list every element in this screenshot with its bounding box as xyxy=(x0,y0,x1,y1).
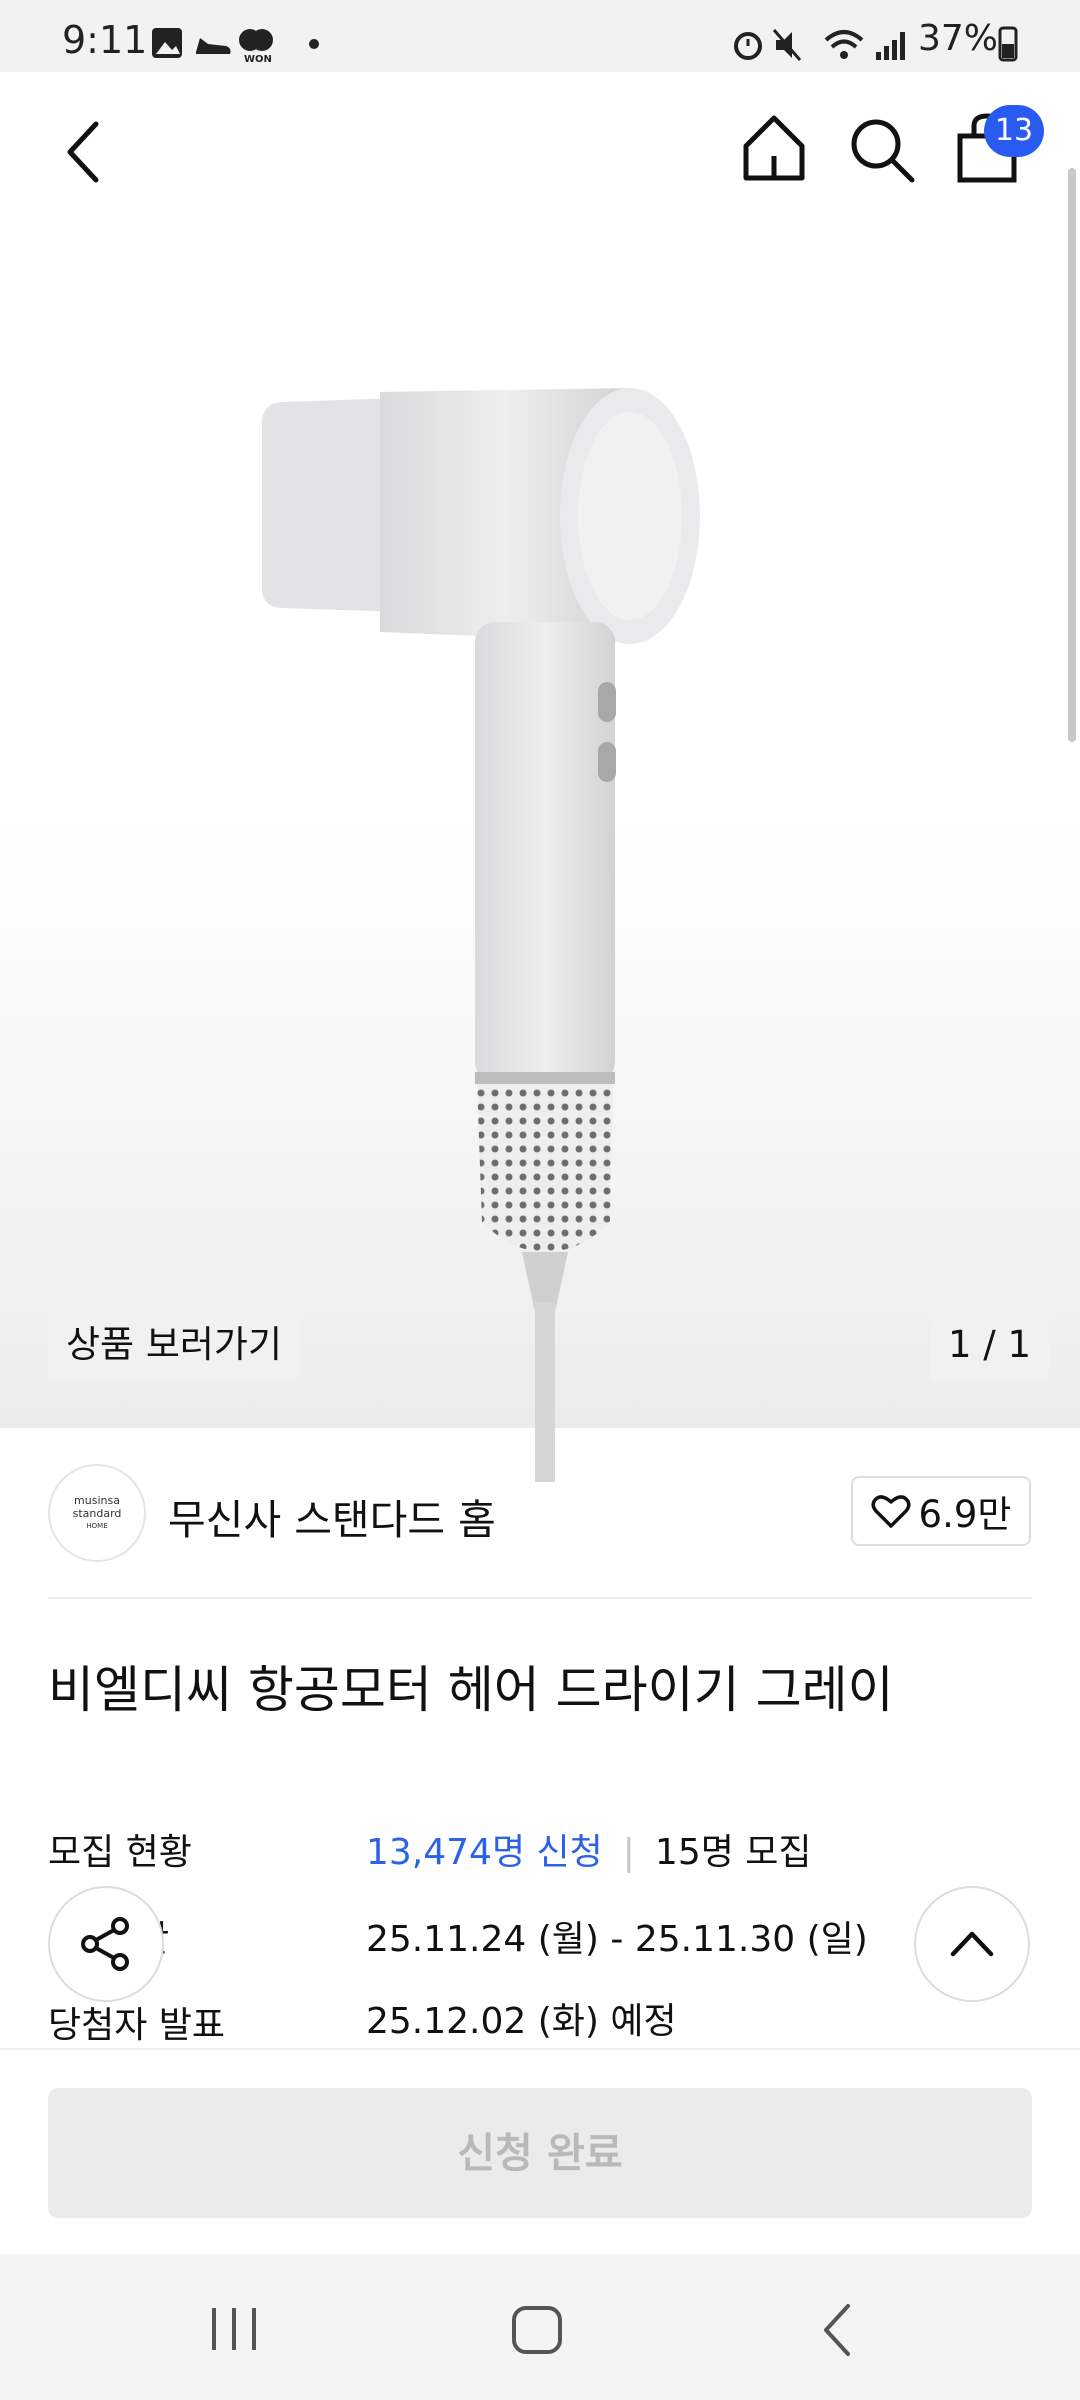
share-icon xyxy=(81,1917,129,1971)
dot-icon xyxy=(309,39,319,49)
back-nav-icon[interactable] xyxy=(818,2302,858,2358)
scroll-top-button[interactable] xyxy=(914,1886,1030,2002)
brand-logo-text: HOME xyxy=(86,1522,108,1530)
home-icon[interactable] xyxy=(738,112,810,184)
product-title: 비엘디씨 항공모터 헤어 드라이기 그레이 xyxy=(48,1661,894,1719)
home-nav-icon[interactable] xyxy=(510,2304,570,2356)
system-nav-bar xyxy=(0,2254,1080,2400)
alarm-icon xyxy=(734,32,762,60)
chevron-up-icon xyxy=(950,1931,994,1957)
recruit-status: 13,474명 신청 | 15명 모집 xyxy=(366,1823,812,1875)
product-image[interactable]: 상품 보러가기 1 / 1 xyxy=(0,72,1080,1482)
image-counter: 1 / 1 xyxy=(930,1310,1050,1380)
cart-count-badge: 13 xyxy=(984,105,1044,157)
search-icon[interactable] xyxy=(846,114,918,186)
divider xyxy=(48,1597,1032,1599)
shoe-icon xyxy=(196,38,231,54)
status-right-icons xyxy=(734,29,905,61)
hair-dryer-image xyxy=(262,388,700,1482)
like-count: 6.9만 xyxy=(918,1493,1012,1536)
mute-icon xyxy=(772,29,802,61)
recruit-label: 모집 현황 xyxy=(48,1832,192,1873)
recent-apps-icon[interactable] xyxy=(206,2304,262,2354)
share-button[interactable] xyxy=(48,1886,164,2002)
recruit-count: 15명 모집 xyxy=(654,1832,812,1873)
battery-percent: 37% xyxy=(918,18,999,59)
wifi-icon xyxy=(824,30,864,59)
separator: | xyxy=(622,1832,635,1873)
won-icon: WON xyxy=(239,29,273,64)
brand-name[interactable]: 무신사 스탠다드 홈 xyxy=(168,1486,496,1546)
back-icon[interactable] xyxy=(60,118,110,188)
status-left-icons: WON xyxy=(152,28,319,64)
apply-button[interactable]: 신청 완료 xyxy=(48,2088,1032,2218)
svg-text:WON: WON xyxy=(244,54,272,64)
scrollbar[interactable] xyxy=(1068,168,1076,742)
brand-logo-text: musinsa xyxy=(74,1494,120,1507)
announce-label: 당첨자 발표 xyxy=(48,2005,226,2046)
brand-logo-text: standard xyxy=(72,1507,122,1520)
like-button[interactable]: 6.9만 xyxy=(851,1476,1031,1546)
signal-icon xyxy=(876,32,905,60)
gallery-icon xyxy=(152,28,182,58)
view-product-chip[interactable]: 상품 보러가기 xyxy=(48,1310,301,1380)
applicant-count: 13,474명 신청 xyxy=(366,1832,603,1873)
announce-value: 25.12.02 (화) 예정 xyxy=(366,2001,677,2042)
battery-icon xyxy=(998,26,1018,62)
status-time: 9:11 xyxy=(62,18,148,62)
brand-logo[interactable]: musinsa standard HOME xyxy=(48,1464,146,1562)
status-bar: 9:11 WON 37% xyxy=(0,0,1080,72)
period-value: 25.11.24 (월) - 25.11.30 (일) xyxy=(366,1919,868,1960)
heart-icon xyxy=(871,1495,911,1528)
